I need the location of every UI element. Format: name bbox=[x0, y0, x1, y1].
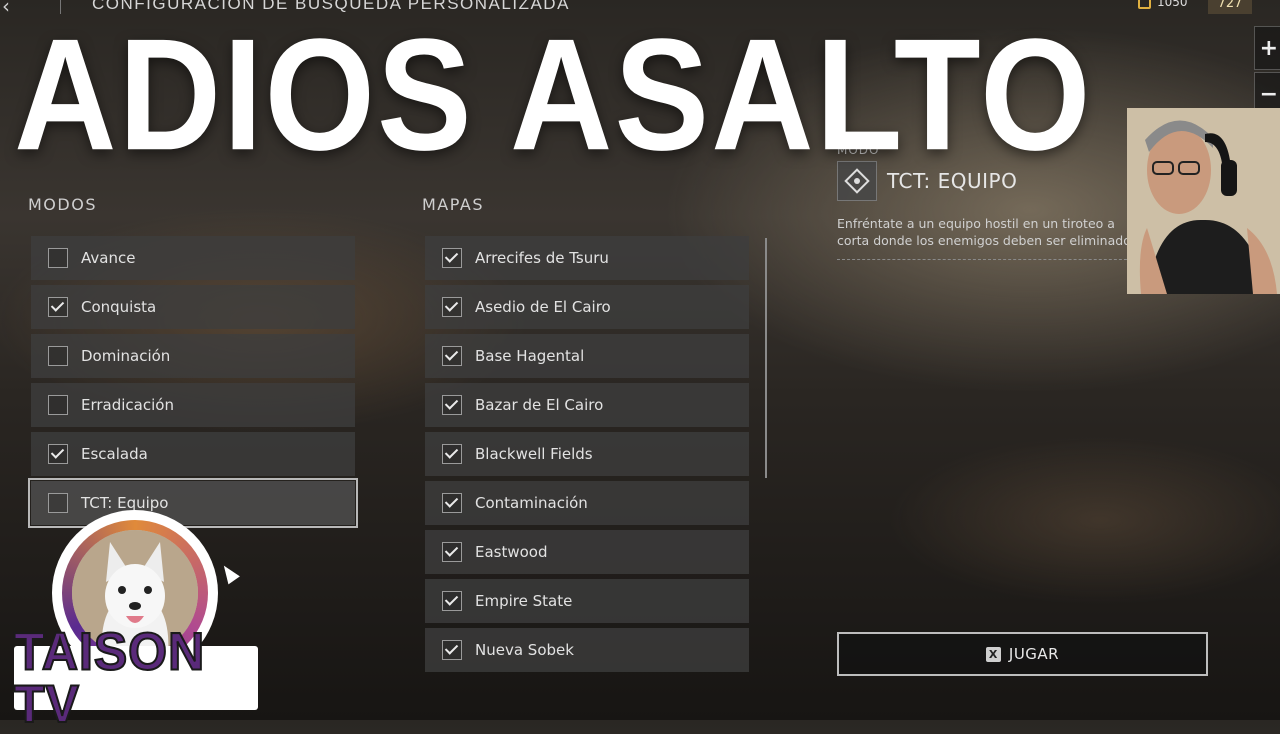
webcam-overlay bbox=[1127, 108, 1280, 294]
map-label: Empire State bbox=[475, 592, 573, 610]
mode-description: Enfréntate a un equipo hostil en un tiro… bbox=[837, 216, 1142, 248]
maps-list: Arrecifes de Tsuru Asedio de El Cairo Ba… bbox=[425, 236, 749, 677]
map-label: Eastwood bbox=[475, 543, 548, 561]
map-item[interactable]: Empire State bbox=[425, 579, 749, 623]
mode-label: Dominación bbox=[81, 347, 171, 365]
map-label: Bazar de El Cairo bbox=[475, 396, 604, 414]
checkbox[interactable] bbox=[48, 346, 68, 366]
checkbox-checked[interactable] bbox=[48, 444, 68, 464]
mode-item-erradicacion[interactable]: Erradicación bbox=[31, 383, 355, 427]
maps-header: MAPAS bbox=[422, 195, 484, 214]
checkbox-checked[interactable] bbox=[442, 248, 462, 268]
channel-name: TAISON TV bbox=[13, 622, 206, 734]
map-label: Asedio de El Cairo bbox=[475, 298, 611, 316]
checkbox-checked[interactable] bbox=[442, 297, 462, 317]
thumbnail-headline: ADIOS ASALTO bbox=[14, 5, 1093, 185]
currency-display: 1050 bbox=[1138, 0, 1188, 9]
map-item[interactable]: Base Hagental bbox=[425, 334, 749, 378]
checkbox-checked[interactable] bbox=[442, 591, 462, 611]
level-badge: 727 bbox=[1208, 0, 1252, 14]
map-label: Nueva Sobek bbox=[475, 641, 574, 659]
map-item[interactable]: Asedio de El Cairo bbox=[425, 285, 749, 329]
mode-item-conquista[interactable]: Conquista bbox=[31, 285, 355, 329]
checkbox-checked[interactable] bbox=[442, 493, 462, 513]
checkbox-checked[interactable] bbox=[442, 640, 462, 660]
map-label: Contaminación bbox=[475, 494, 588, 512]
play-label: JUGAR bbox=[1008, 645, 1060, 663]
plus-icon[interactable]: + bbox=[1254, 26, 1280, 70]
map-label: Arrecifes de Tsuru bbox=[475, 249, 609, 267]
mode-label: Avance bbox=[81, 249, 136, 267]
map-label: Blackwell Fields bbox=[475, 445, 593, 463]
checkbox-checked[interactable] bbox=[442, 395, 462, 415]
map-item[interactable]: Eastwood bbox=[425, 530, 749, 574]
checkbox-checked[interactable] bbox=[442, 444, 462, 464]
map-item[interactable]: Contaminación bbox=[425, 481, 749, 525]
map-item[interactable]: Nueva Sobek bbox=[425, 628, 749, 672]
maps-scrollbar[interactable] bbox=[765, 238, 767, 478]
currency-icon bbox=[1138, 0, 1151, 9]
checkbox-checked[interactable] bbox=[442, 542, 462, 562]
mode-item-escalada[interactable]: Escalada bbox=[31, 432, 355, 476]
logo-banner: TAISON TV bbox=[13, 624, 258, 732]
checkbox[interactable] bbox=[48, 395, 68, 415]
mode-item-dominacion[interactable]: Dominación bbox=[31, 334, 355, 378]
map-item[interactable]: Blackwell Fields bbox=[425, 432, 749, 476]
checkbox-checked[interactable] bbox=[442, 346, 462, 366]
map-item[interactable]: Arrecifes de Tsuru bbox=[425, 236, 749, 280]
map-item[interactable]: Bazar de El Cairo bbox=[425, 383, 749, 427]
modes-list: Avance Conquista Dominación Erradicación… bbox=[28, 236, 358, 530]
channel-logo: TAISON TV bbox=[13, 500, 260, 732]
map-label: Base Hagental bbox=[475, 347, 585, 365]
checkbox-checked[interactable] bbox=[48, 297, 68, 317]
currency-value: 1050 bbox=[1157, 0, 1188, 9]
mode-label: Erradicación bbox=[81, 396, 174, 414]
modes-header: MODOS bbox=[28, 195, 97, 214]
play-button[interactable]: X JUGAR bbox=[837, 632, 1208, 676]
mode-label: Escalada bbox=[81, 445, 148, 463]
mode-label: Conquista bbox=[81, 298, 157, 316]
divider bbox=[837, 259, 1137, 260]
x-key-icon: X bbox=[985, 646, 1001, 662]
mode-item-avance[interactable]: Avance bbox=[31, 236, 355, 280]
checkbox[interactable] bbox=[48, 248, 68, 268]
back-arrow-icon[interactable]: ‹ bbox=[2, 0, 10, 18]
